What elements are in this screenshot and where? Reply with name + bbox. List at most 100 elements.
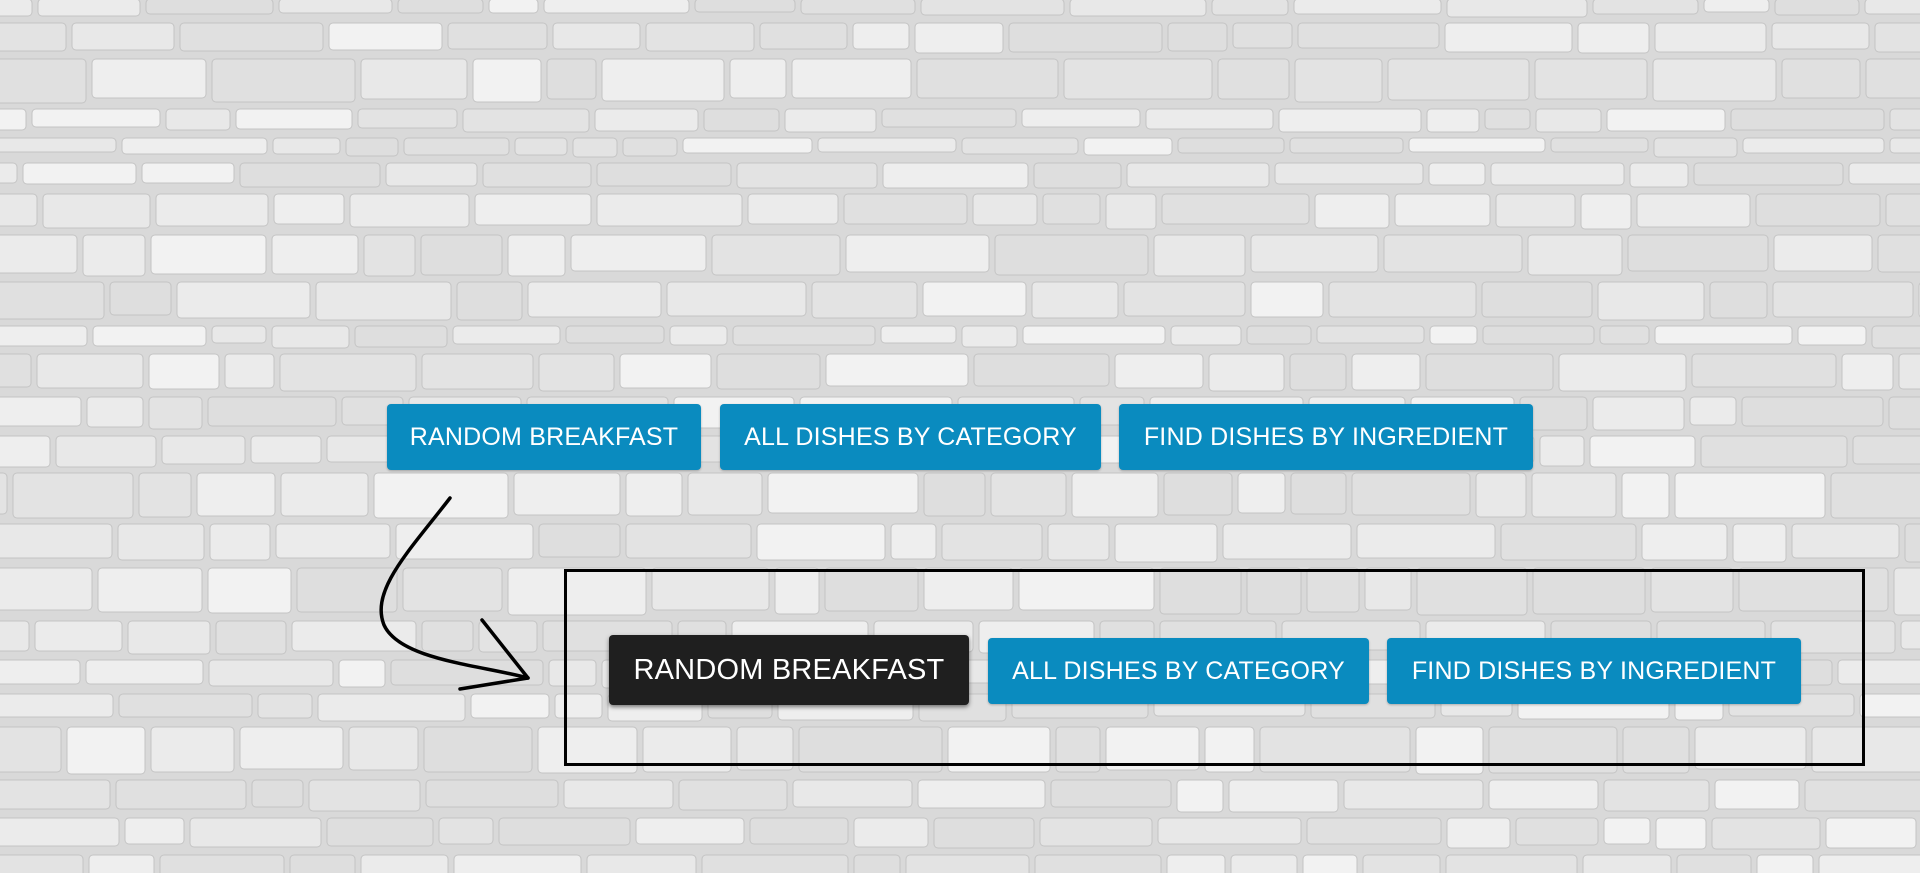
wall-stone bbox=[1621, 472, 1670, 519]
wall-stone bbox=[817, 137, 957, 153]
wall-stone bbox=[0, 353, 32, 388]
wall-stone bbox=[278, 0, 393, 14]
wall-stone bbox=[289, 854, 356, 873]
wall-stone bbox=[0, 108, 27, 131]
wall-stone bbox=[1874, 22, 1920, 53]
wall-stone bbox=[736, 162, 878, 189]
wall-stone bbox=[1063, 58, 1213, 100]
find-dishes-by-ingredient-button[interactable]: FIND DISHES BY INGREDIENT bbox=[1119, 404, 1533, 470]
wall-stone bbox=[1714, 779, 1800, 810]
wall-stone bbox=[732, 325, 876, 346]
wall-stone bbox=[1484, 108, 1531, 130]
wall-stone bbox=[1603, 779, 1710, 812]
wall-stone bbox=[703, 108, 780, 132]
wall-stone bbox=[527, 281, 662, 318]
wall-stone bbox=[694, 0, 796, 13]
wall-stone bbox=[1126, 162, 1270, 188]
wall-stone bbox=[0, 137, 117, 153]
random-breakfast-active-button[interactable]: RANDOM BREAKFAST bbox=[609, 635, 969, 705]
wall-stone bbox=[914, 22, 1004, 54]
wall-stone bbox=[1446, 0, 1588, 18]
wall-stone bbox=[596, 193, 743, 227]
wall-stone bbox=[1211, 0, 1289, 16]
wall-stone bbox=[273, 193, 345, 225]
wall-stone bbox=[1289, 353, 1347, 391]
wall-stone bbox=[462, 108, 590, 133]
wall-stone bbox=[669, 325, 728, 346]
all-dishes-by-category-button[interactable]: ALL DISHES BY CATEGORY bbox=[720, 404, 1101, 470]
wall-stone bbox=[565, 325, 665, 344]
wall-stone bbox=[1791, 523, 1900, 559]
wall-stone bbox=[1885, 193, 1920, 227]
wall-stone bbox=[179, 22, 324, 52]
wall-stone bbox=[1387, 58, 1530, 101]
wall-stone bbox=[215, 620, 287, 655]
wall-stone bbox=[1114, 523, 1218, 563]
wall-stone bbox=[1641, 523, 1728, 561]
wall-stone bbox=[348, 726, 419, 771]
wall-stone bbox=[1356, 523, 1496, 559]
wall-stone bbox=[0, 234, 78, 274]
find-dishes-by-ingredient-button-2[interactable]: FIND DISHES BY INGREDIENT bbox=[1387, 638, 1801, 704]
wall-stone bbox=[1083, 137, 1173, 156]
wall-stone bbox=[880, 325, 957, 344]
wall-stone bbox=[1042, 193, 1101, 225]
wall-stone bbox=[881, 108, 1017, 128]
wall-stone bbox=[403, 137, 510, 156]
wall-stone bbox=[1490, 162, 1625, 186]
wall-stone bbox=[792, 779, 913, 808]
wall-stone bbox=[0, 726, 62, 773]
wall-stone bbox=[784, 108, 877, 133]
wall-stone bbox=[1050, 779, 1172, 808]
wall-stone bbox=[507, 234, 566, 277]
wall-stone bbox=[207, 567, 292, 614]
wall-stone bbox=[759, 22, 848, 50]
wall-stone bbox=[22, 162, 137, 185]
wall-stone bbox=[1031, 281, 1119, 319]
wall-stone bbox=[1157, 817, 1302, 845]
wall-stone bbox=[1069, 0, 1207, 17]
wall-stone bbox=[66, 726, 146, 775]
wall-stone bbox=[1294, 58, 1383, 103]
wall-stone bbox=[1297, 22, 1440, 49]
wall-stone bbox=[423, 726, 533, 773]
wall-stone bbox=[1889, 108, 1920, 131]
wall-stone bbox=[207, 396, 337, 427]
wall-stone bbox=[0, 22, 67, 52]
wall-stone bbox=[1343, 779, 1484, 810]
wall-stone bbox=[447, 22, 548, 50]
wall-stone bbox=[482, 162, 592, 188]
wall-stone bbox=[1114, 353, 1204, 389]
wall-stone bbox=[990, 472, 1067, 517]
wall-stone bbox=[55, 435, 157, 468]
wall-stone bbox=[118, 693, 253, 718]
wall-stone bbox=[552, 22, 641, 50]
wall-stone bbox=[1700, 435, 1848, 468]
wall-stone bbox=[31, 108, 161, 128]
wall-stone bbox=[791, 58, 912, 99]
wall-stone bbox=[1123, 281, 1246, 317]
wall-stone bbox=[1830, 472, 1920, 519]
wall-stone bbox=[1314, 193, 1390, 229]
wall-stone bbox=[0, 567, 93, 611]
wall-stone bbox=[211, 325, 267, 344]
wall-stone bbox=[1039, 817, 1153, 847]
wall-stone bbox=[1654, 22, 1767, 53]
random-breakfast-button[interactable]: RANDOM BREAKFAST bbox=[387, 404, 701, 470]
wall-stone bbox=[37, 0, 141, 17]
wall-stone bbox=[1859, 693, 1920, 718]
wall-stone bbox=[1693, 162, 1844, 186]
wall-stone bbox=[145, 0, 274, 15]
all-dishes-by-category-button-2[interactable]: ALL DISHES BY CATEGORY bbox=[988, 638, 1369, 704]
wall-stone bbox=[852, 22, 910, 50]
wall-stone bbox=[1655, 817, 1707, 850]
wall-stone bbox=[1772, 281, 1914, 318]
wall-stone bbox=[1177, 137, 1285, 154]
wall-stone bbox=[1306, 817, 1442, 845]
wall-stone bbox=[1527, 234, 1623, 276]
wall-stone bbox=[1351, 472, 1471, 516]
wall-stone bbox=[12, 472, 134, 519]
wall-stone bbox=[271, 234, 359, 275]
wall-stone bbox=[82, 234, 146, 277]
wall-stone bbox=[1033, 162, 1122, 189]
